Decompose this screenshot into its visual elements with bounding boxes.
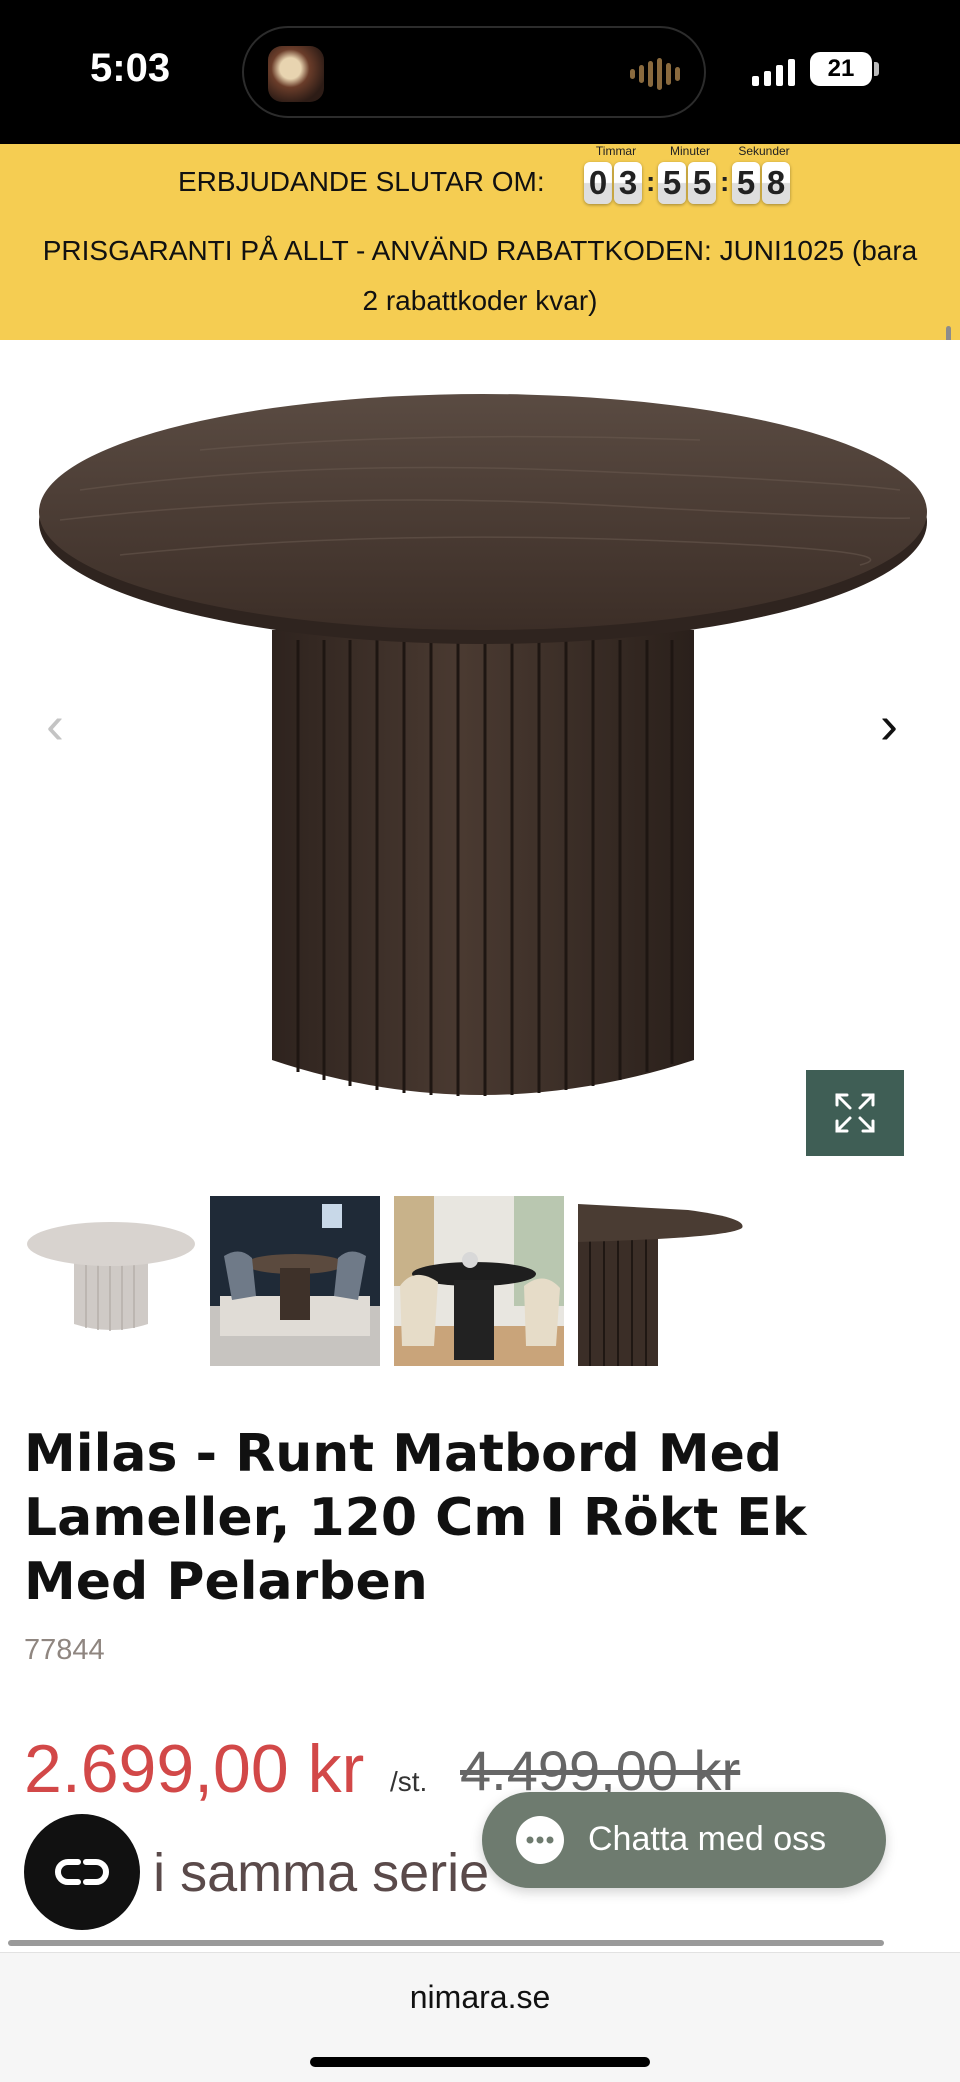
expand-icon: [835, 1093, 875, 1133]
minutes-digit: 5: [658, 162, 686, 204]
seconds-digit: 5: [732, 162, 760, 204]
home-indicator[interactable]: [310, 2057, 650, 2067]
chat-button[interactable]: Chatta med oss: [482, 1792, 886, 1888]
cellular-signal-icon: [752, 58, 795, 86]
product-image-gallery[interactable]: ‹ ›: [0, 340, 960, 1170]
promo-banner: ERBJUDANDE SLUTAR OM: Timmar 0 3 : Minut…: [0, 144, 960, 340]
price-guarantee-text: PRISGARANTI PÅ ALLT - ANVÄND RABATTKODEN…: [0, 226, 960, 326]
chat-label: Chatta med oss: [588, 1820, 827, 1858]
audio-waveform-icon: [630, 58, 680, 90]
product-sku: 77844: [24, 1634, 105, 1666]
battery-icon: 21: [810, 52, 872, 86]
thumbnail-4[interactable]: [578, 1196, 748, 1366]
thumbnail-2[interactable]: [210, 1196, 380, 1366]
dynamic-island[interactable]: [242, 26, 706, 118]
browser-address-bar[interactable]: nimara.se: [0, 1952, 960, 2082]
price-unit: /st.: [390, 1766, 428, 1797]
status-bar: 5:03 21: [0, 0, 960, 144]
thumbnail-3[interactable]: [394, 1196, 564, 1366]
url-text[interactable]: nimara.se: [0, 1979, 960, 2016]
hours-digit: 0: [584, 162, 612, 204]
countdown-separator: :: [720, 166, 730, 197]
seconds-digit: 8: [762, 162, 790, 204]
countdown-separator: :: [646, 166, 656, 197]
loop-widget-button[interactable]: [24, 1814, 140, 1930]
price-guarantee-line: 2 rabattkoder kvar): [362, 285, 598, 316]
fullscreen-button[interactable]: [806, 1070, 904, 1156]
next-image-button[interactable]: ›: [880, 698, 898, 752]
thumbnail-image: [26, 1196, 196, 1366]
price-guarantee-line: PRISGARANTI PÅ ALLT - ANVÄND RABATTKODEN…: [42, 235, 918, 266]
previous-image-button[interactable]: ‹: [46, 698, 64, 752]
minutes-digit: 5: [688, 162, 716, 204]
thumbnail-image: [210, 1196, 380, 1366]
hours-caption: Timmar: [595, 144, 637, 158]
page-scrollbar[interactable]: [8, 1940, 884, 1946]
clock: 5:03: [90, 46, 171, 90]
sale-price: 2.699,00 kr: [24, 1731, 365, 1807]
thumbnail-image: [394, 1196, 564, 1366]
battery-tip: [874, 62, 879, 76]
loop-icon: [55, 1859, 109, 1885]
chat-bubble-icon: [516, 1816, 564, 1864]
product-title: Milas - Runt Matbord Med Lameller, 120 C…: [24, 1424, 807, 1612]
thumbnail-image: [578, 1196, 748, 1366]
thumbnail-1[interactable]: [26, 1196, 196, 1366]
seconds-caption: Sekunder: [738, 144, 790, 158]
minutes-caption: Minuter: [669, 144, 710, 158]
product-image[interactable]: [0, 340, 960, 1170]
offer-ends-label: ERBJUDANDE SLUTAR OM:: [178, 166, 545, 197]
hours-digit: 3: [614, 162, 642, 204]
now-playing-artwork: [268, 46, 324, 102]
